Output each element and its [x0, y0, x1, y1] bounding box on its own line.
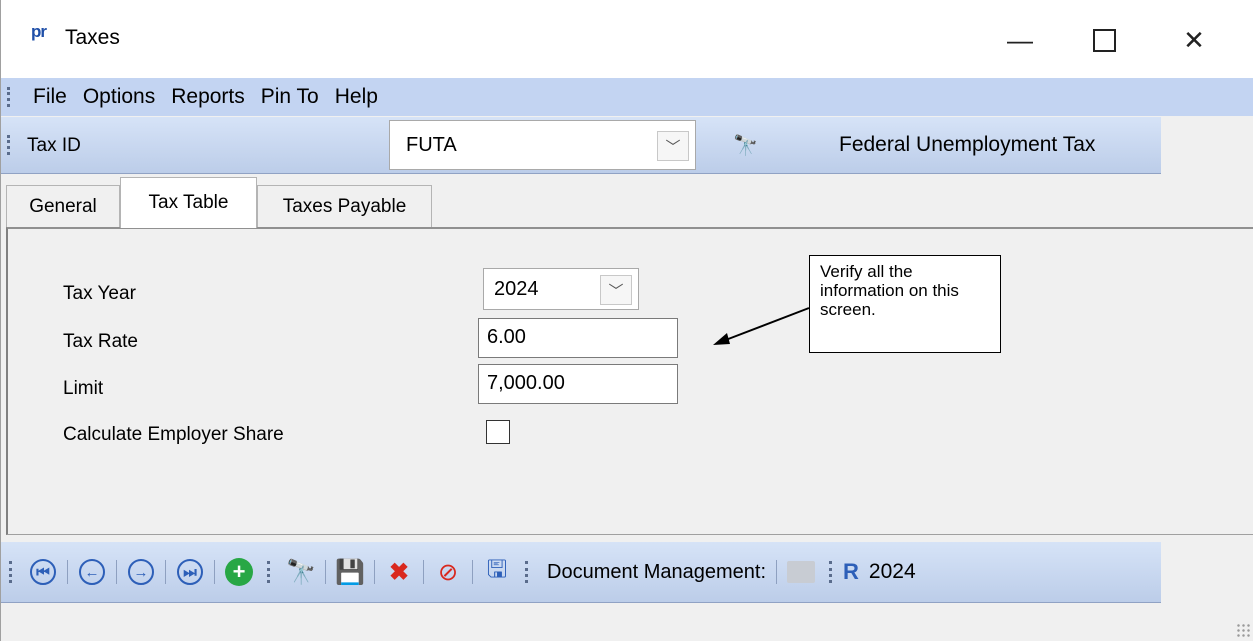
first-record-icon: ⏮	[30, 559, 56, 585]
record-toolbar: ⏮ ← → ⏭ + 🔭 💾 ✖ ⊘ 🖫 Document Management:…	[1, 542, 1161, 603]
close-button[interactable]: ✕	[1165, 14, 1223, 66]
save-icon: 💾	[335, 558, 365, 586]
search-button[interactable]: 🔭	[733, 133, 758, 158]
last-record-icon: ⏭	[177, 559, 203, 585]
binoculars-icon: 🔭	[733, 135, 758, 157]
toolbar-grip-icon[interactable]	[267, 561, 273, 583]
employer-share-checkbox[interactable]	[486, 420, 510, 444]
tab-taxes-payable[interactable]: Taxes Payable	[257, 185, 432, 227]
toolbar-separator	[776, 560, 778, 584]
tax-id-label: Tax ID	[27, 135, 81, 156]
app-icon: pr	[31, 22, 47, 41]
toolbar-separator	[116, 560, 117, 584]
tax-id-description: Federal Unemployment Tax	[839, 133, 1096, 156]
last-record-button[interactable]: ⏭	[172, 554, 208, 590]
menu-pin-to[interactable]: Pin To	[253, 85, 327, 109]
tax-year-label: Tax Year	[63, 283, 136, 304]
taxes-window: pr Taxes — ✕ File Options Reports Pin To…	[0, 0, 1253, 641]
binoculars-icon: 🔭	[286, 558, 316, 586]
save-new-button[interactable]: 🖫	[479, 554, 515, 590]
next-record-button[interactable]: →	[123, 554, 159, 590]
add-icon: +	[225, 558, 253, 586]
close-icon: ✕	[1183, 24, 1205, 55]
toolbar-separator	[165, 560, 166, 584]
chevron-down-icon[interactable]: ﹀	[600, 275, 632, 305]
save-button[interactable]: 💾	[332, 554, 368, 590]
tax-year-value: 2024	[494, 278, 539, 300]
report-icon[interactable]: R	[843, 559, 859, 585]
tab-general[interactable]: General	[6, 185, 120, 227]
window-title: Taxes	[65, 26, 120, 49]
toolbar-separator	[214, 560, 215, 584]
cancel-button[interactable]: ⊘	[430, 554, 466, 590]
limit-label: Limit	[63, 378, 104, 399]
toolbar-separator	[374, 560, 375, 584]
previous-record-button[interactable]: ←	[74, 554, 110, 590]
tax-rate-label: Tax Rate	[63, 331, 138, 352]
limit-field[interactable]: 7,000.00	[478, 364, 678, 404]
callout-note: Verify all the information on this scree…	[809, 255, 1001, 353]
resize-grip-icon[interactable]	[1236, 623, 1250, 637]
next-record-icon: →	[128, 559, 154, 585]
toolbar-grip-icon[interactable]	[525, 561, 531, 583]
tax-id-combo[interactable]: FUTA ﹀	[389, 120, 696, 170]
tax-id-grip-icon[interactable]	[7, 135, 10, 155]
menu-reports[interactable]: Reports	[163, 85, 253, 109]
add-record-button[interactable]: +	[221, 554, 257, 590]
toolbar-grip-icon[interactable]	[9, 561, 15, 583]
title-bar: pr Taxes — ✕	[1, 0, 1253, 82]
tax-rate-field[interactable]: 6.00	[478, 318, 678, 358]
menu-help[interactable]: Help	[327, 85, 386, 109]
previous-record-icon: ←	[79, 559, 105, 585]
tab-tax-table[interactable]: Tax Table	[120, 177, 257, 228]
document-management-label: Document Management:	[547, 560, 767, 583]
find-button[interactable]: 🔭	[283, 554, 319, 590]
tax-year-combo[interactable]: 2024 ﹀	[483, 268, 639, 310]
menu-grip-icon[interactable]	[7, 87, 13, 107]
tax-id-value: FUTA	[406, 134, 457, 156]
toolbar-separator	[423, 560, 424, 584]
chevron-down-icon[interactable]: ﹀	[657, 131, 689, 161]
minimize-icon: —	[1007, 24, 1033, 55]
toolbar-separator	[67, 560, 68, 584]
menu-bar: File Options Reports Pin To Help	[1, 78, 1253, 116]
tab-strip: General Tax Table Taxes Payable	[1, 175, 1253, 228]
cancel-icon: ⊘	[437, 558, 459, 586]
folder-icon	[787, 561, 816, 583]
menu-options[interactable]: Options	[75, 85, 163, 109]
menu-file[interactable]: File	[25, 85, 75, 109]
employer-share-label: Calculate Employer Share	[63, 424, 284, 445]
toolbar-separator	[472, 560, 473, 584]
maximize-button[interactable]	[1075, 14, 1133, 66]
toolbar-grip-icon[interactable]	[829, 561, 835, 583]
save-new-icon: 🖫	[486, 555, 508, 583]
toolbar-separator	[325, 560, 326, 584]
first-record-button[interactable]: ⏮	[25, 554, 61, 590]
toolbar-year: 2024	[868, 560, 916, 583]
minimize-button[interactable]: —	[991, 14, 1049, 66]
delete-icon: ✖	[388, 558, 410, 586]
maximize-icon	[1092, 28, 1116, 52]
status-bar	[1, 605, 1253, 641]
folder-button[interactable]	[783, 554, 819, 590]
delete-button[interactable]: ✖	[381, 554, 417, 590]
